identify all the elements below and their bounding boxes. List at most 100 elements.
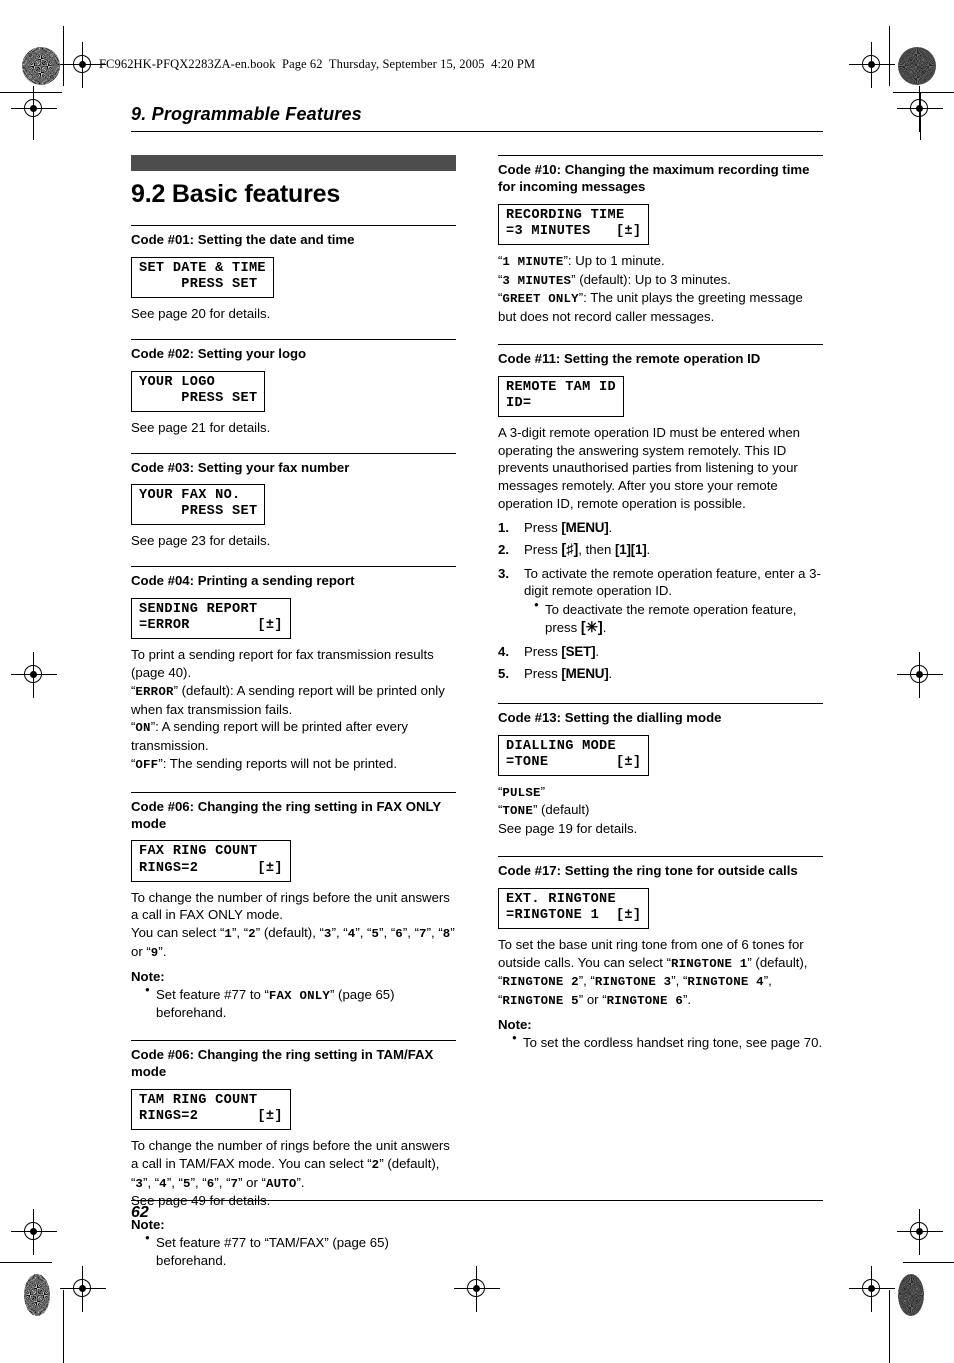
feature-heading: Code #04: Printing a sending report	[131, 566, 456, 590]
lcd-display: FAX RING COUNT RINGS=2 [±]	[131, 840, 291, 882]
feature-block-code10: Code #10: Changing the maximum recording…	[498, 155, 823, 326]
step-item: Press [MENU].	[498, 665, 823, 683]
left-column: 9.2 Basic features Code #01: Setting the…	[131, 155, 456, 1272]
step-text: Press	[524, 643, 562, 659]
feature-paragraph: See page 21 for details.	[131, 419, 271, 435]
lcd-display: DIALLING MODE =TONE [±]	[498, 734, 650, 776]
feature-heading: Code #06: Changing the ring setting in T…	[131, 1040, 456, 1081]
note-item: To set the cordless handset ring tone, s…	[512, 1033, 823, 1052]
trim-line-bottom-right-vertical	[889, 1290, 890, 1363]
feature-paragraph: To print a sending report for fax transm…	[131, 647, 434, 681]
note-item: Set feature #77 to “TAM/FAX” (page 65) b…	[145, 1233, 456, 1270]
lcd-line-1: RECORDING TIME	[506, 207, 625, 223]
feature-paragraph: “3 MINUTES” (default): Up to 3 minutes.	[498, 271, 731, 288]
lcd-line-2: PRESS SET	[139, 390, 258, 406]
feature-paragraph: “ON”: A sending report will be printed a…	[131, 719, 408, 754]
lcd-line-2: RINGS=2 [±]	[139, 860, 283, 876]
section-title: 9.2 Basic features	[131, 180, 341, 208]
feature-paragraph: See page 23 for details.	[131, 533, 271, 549]
page-footer: 62	[131, 1200, 823, 1222]
lcd-display: SET DATE & TIME PRESS SET	[131, 256, 274, 298]
feature-paragraph: “1 MINUTE”: Up to 1 minute.	[498, 252, 665, 269]
registration-mark-middle-left	[11, 652, 57, 698]
key-one-one: [1][1]	[614, 541, 647, 557]
registration-mark-middle-right	[897, 652, 943, 698]
lcd-line-2: =3 MINUTES [±]	[506, 223, 642, 239]
lcd-display: YOUR FAX NO. PRESS SET	[131, 484, 266, 526]
feature-paragraph: A 3-digit remote operation ID must be en…	[498, 424, 801, 512]
step-text: To activate the remote operation feature…	[524, 565, 821, 599]
registration-mark-bottom-right-upper	[897, 1209, 943, 1255]
feature-paragraph: To change the number of rings before the…	[131, 1138, 450, 1191]
note-label: Note:	[131, 968, 165, 984]
lcd-display: TAM RING COUNT RINGS=2 [±]	[131, 1088, 291, 1131]
step-text-after: .	[646, 541, 651, 557]
feature-heading: Code #03: Setting your fax number	[131, 452, 456, 477]
feature-heading: Code #01: Setting the date and time	[131, 225, 456, 249]
step-item: To activate the remote operation feature…	[498, 565, 823, 639]
step-text-mid: , then	[578, 541, 615, 557]
halftone-swatch-bottom-left	[24, 1274, 50, 1316]
lcd-display: SENDING REPORT =ERROR [±]	[131, 598, 291, 640]
lcd-line-2: PRESS SET	[139, 276, 258, 292]
trim-line-left-edge	[33, 92, 34, 140]
key-menu: [MENU]	[561, 665, 609, 681]
lcd-line-1: REMOTE TAM ID	[506, 379, 616, 395]
lcd-line-2: =TONE [±]	[506, 754, 642, 770]
trim-line-left-vertical	[63, 26, 64, 86]
feature-heading: Code #02: Setting your logo	[131, 338, 456, 363]
step-item: Press [SET].	[498, 643, 823, 661]
feature-block-code06-tam: Code #06: Changing the ring setting in T…	[131, 1040, 456, 1270]
lcd-line-1: FAX RING COUNT	[139, 844, 258, 860]
feature-block-code04: Code #04: Printing a sending report SEND…	[131, 566, 456, 773]
lcd-line-2: PRESS SET	[139, 504, 258, 520]
step-item: Press [MENU].	[498, 519, 823, 537]
registration-mark-bottom-center	[454, 1266, 500, 1312]
step-item: Press [♯], then [1][1].	[498, 541, 823, 561]
substep-text-after: .	[602, 619, 607, 635]
feature-heading: Code #06: Changing the ring setting in F…	[131, 791, 456, 833]
feature-block-code02: Code #02: Setting your logo YOUR LOGO PR…	[131, 338, 456, 437]
chapter-title: 9. Programmable Features	[131, 104, 362, 124]
step-text: Press	[524, 541, 562, 557]
trim-line-bottom-right-horizontal	[903, 1262, 954, 1263]
feature-paragraph: “GREET ONLY”: The unit plays the greetin…	[498, 290, 803, 325]
page-number: 62	[131, 1204, 149, 1221]
feature-block-code01: Code #01: Setting the date and time SET …	[131, 225, 456, 323]
feature-paragraph: “TONE” (default)	[498, 802, 590, 819]
note-list: Set feature #77 to “FAX ONLY” (page 65) …	[131, 985, 456, 1023]
feature-heading: Code #11: Setting the remote operation I…	[498, 343, 823, 368]
feature-block-code06-fax: Code #06: Changing the ring setting in F…	[131, 791, 456, 1023]
book-file-slug: FC962HK-PFQX2283ZA-en.book Page 62 Thurs…	[99, 57, 536, 71]
note-label: Note:	[498, 1016, 532, 1032]
step-text-after: .	[595, 643, 600, 659]
feature-paragraph: See page 20 for details.	[131, 305, 271, 321]
header-rule	[131, 131, 823, 132]
step-text-after: .	[608, 665, 613, 681]
lcd-line-2: ID=	[506, 395, 532, 411]
lcd-display: YOUR LOGO PRESS SET	[131, 370, 266, 412]
feature-block-code17: Code #17: Setting the ring tone for outs…	[498, 855, 823, 1052]
lcd-line-2: =RINGTONE 1 [±]	[506, 907, 642, 923]
step-text-after: .	[608, 519, 613, 535]
trim-line-right-edge	[920, 92, 921, 140]
halftone-swatch-top-left	[22, 47, 60, 85]
feature-paragraph: To set the base unit ring tone from one …	[498, 936, 808, 1009]
lcd-line-1: YOUR FAX NO.	[139, 488, 241, 504]
feature-heading: Code #13: Setting the dialling mode	[498, 702, 823, 727]
lcd-line-1: EXT. RINGTONE	[506, 891, 616, 907]
key-set: [SET]	[561, 643, 596, 659]
halftone-swatch-top-right	[898, 47, 936, 85]
lcd-line-2: RINGS=2 [±]	[139, 1109, 283, 1124]
section-band	[131, 155, 456, 171]
feature-paragraph: You can select “1”, “2” (default), “3”, …	[131, 925, 455, 960]
note-list: Set feature #77 to “TAM/FAX” (page 65) b…	[131, 1233, 456, 1270]
key-sharp-icon: [♯]	[561, 541, 579, 558]
registration-mark-top-left	[60, 42, 106, 88]
feature-paragraph: To change the number of rings before the…	[131, 889, 450, 923]
feature-paragraph: “OFF”: The sending reports will not be p…	[131, 755, 398, 772]
feature-heading: Code #10: Changing the maximum recording…	[498, 155, 823, 196]
substep-item: To deactivate the remote operation featu…	[534, 600, 823, 638]
procedure-steps: Press [MENU]. Press [♯], then [1][1]. To…	[498, 519, 823, 683]
step-text: Press	[524, 665, 562, 681]
